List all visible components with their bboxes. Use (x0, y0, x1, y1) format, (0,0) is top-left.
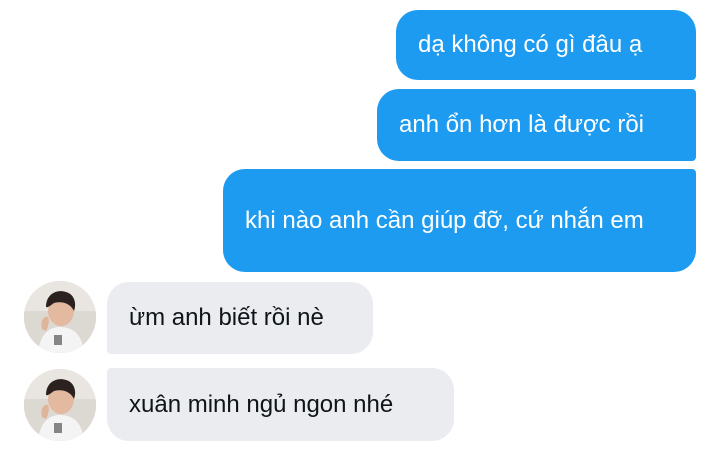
outgoing-message-bubble[interactable]: dạ không có gì đâu ạ (396, 10, 696, 80)
message-text: khi nào anh cần giúp đỡ, cứ nhắn em (245, 206, 644, 234)
outgoing-message-bubble[interactable]: khi nào anh cần giúp đỡ, cứ nhắn em (223, 169, 696, 272)
message-thread: dạ không có gì đâu ạ anh ổn hơn là được … (0, 0, 719, 456)
message-text: xuân minh ngủ ngon nhé (129, 390, 394, 418)
outgoing-message-bubble[interactable]: anh ổn hơn là được rồi (377, 89, 696, 161)
incoming-message-bubble[interactable]: ừm anh biết rồi nè (107, 282, 373, 354)
incoming-message-bubble[interactable]: xuân minh ngủ ngon nhé (107, 368, 454, 441)
sender-avatar[interactable] (24, 369, 96, 441)
avatar-photo-icon (24, 369, 96, 441)
message-text: anh ổn hơn là được rồi (399, 111, 645, 138)
sender-avatar[interactable] (24, 281, 96, 353)
message-text: ừm anh biết rồi nè (129, 304, 324, 331)
message-text: dạ không có gì đâu ạ (418, 31, 643, 58)
avatar-photo-icon (24, 281, 96, 353)
